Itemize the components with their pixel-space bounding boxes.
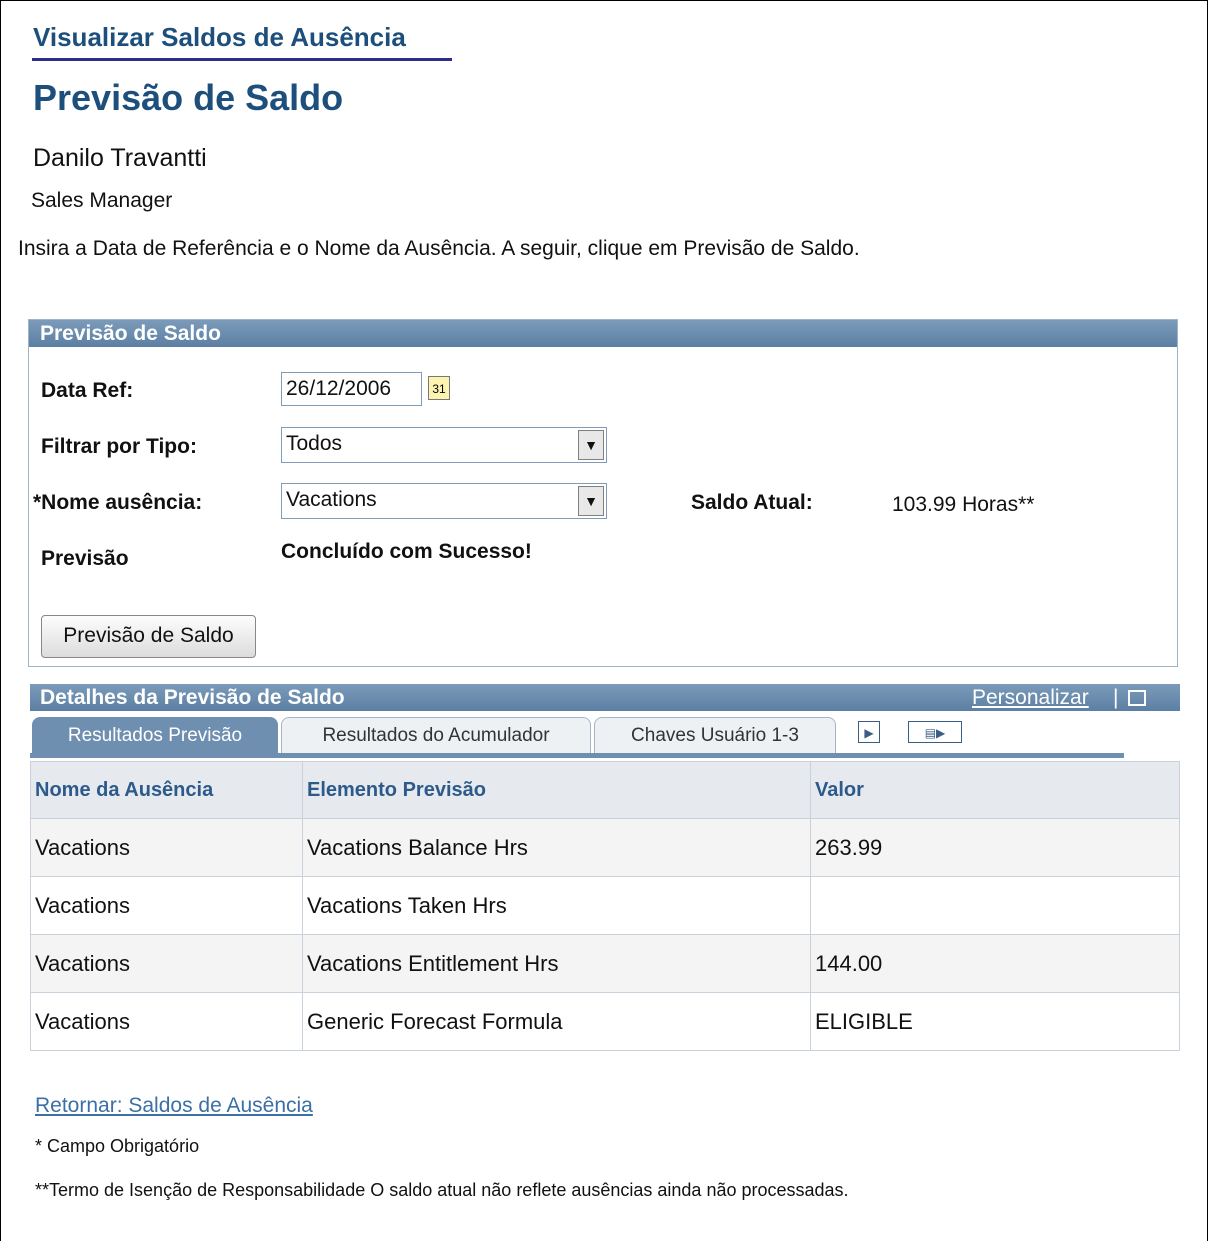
zoom-icon[interactable] [1128,690,1146,706]
table-row: Vacations Vacations Taken Hrs [30,876,1180,935]
next-tab-icon[interactable]: ▶ [858,721,880,743]
cell-forecast-element: Vacations Taken Hrs [302,876,811,935]
absence-select-value: Vacations [286,488,377,511]
table-row: Vacations Generic Forecast Formula ELIGI… [30,992,1180,1051]
tab-resultados-previsao[interactable]: Resultados Previsão [32,717,278,754]
page-title: Visualizar Saldos de Ausência [33,22,406,52]
return-link[interactable]: Retornar: Saldos de Ausência [35,1094,313,1118]
forecast-status: Concluído com Sucesso! [281,540,532,563]
instructions-text: Insira a Data de Referência e o Nome da … [18,237,860,260]
column-header-absence-name[interactable]: Nome da Ausência [30,761,303,819]
date-input[interactable]: 26/12/2006 [281,372,422,406]
grid-header: Detalhes da Previsão de Saldo Personaliz… [30,684,1180,711]
absence-select[interactable]: Vacations ▼ [281,483,607,519]
filter-select[interactable]: Todos ▼ [281,427,607,463]
personalize-link[interactable]: Personalizar [972,684,1089,711]
cell-value: 263.99 [810,818,1180,877]
cell-absence-name: Vacations [30,818,303,877]
table-header-row: Nome da Ausência Elemento Previsão Valor [30,761,1180,819]
disclaimer-note: **Termo de Isenção de Responsabilidade O… [35,1180,849,1200]
cell-absence-name: Vacations [30,992,303,1051]
show-all-columns-icon[interactable]: ▤▶ [908,721,962,743]
title-underline [32,58,452,61]
tab-underline [30,753,1124,758]
cell-absence-name: Vacations [30,876,303,935]
tab-chaves-usuario[interactable]: Chaves Usuário 1-3 [594,717,836,754]
chevron-down-icon[interactable]: ▼ [578,486,604,516]
cell-value: 144.00 [810,934,1180,993]
table-row: Vacations Vacations Balance Hrs 263.99 [30,818,1180,877]
cell-absence-name: Vacations [30,934,303,993]
filter-select-value: Todos [286,432,343,455]
tab-resultados-acumulador[interactable]: Resultados do Acumulador [281,717,591,754]
employee-title: Sales Manager [31,189,173,212]
cell-value [810,876,1180,935]
calendar-icon[interactable]: 31 [428,376,450,400]
column-header-forecast-element[interactable]: Elemento Previsão [302,761,811,819]
balance-label: Saldo Atual: [691,491,813,514]
grid-tabs: Resultados Previsão Resultados do Acumul… [30,711,1180,761]
cell-value: ELIGIBLE [810,992,1180,1051]
table-row: Vacations Vacations Entitlement Hrs 144.… [30,934,1180,993]
balance-value: 103.99 Horas** [892,493,1035,516]
cell-forecast-element: Vacations Balance Hrs [302,818,811,877]
column-header-value[interactable]: Valor [810,761,1180,819]
forecast-label: Previsão [41,547,129,570]
required-field-note: * Campo Obrigatório [35,1136,200,1156]
forecast-details-grid: Detalhes da Previsão de Saldo Personaliz… [30,684,1180,1051]
chevron-down-icon[interactable]: ▼ [578,430,604,460]
grid-title: Detalhes da Previsão de Saldo [40,686,345,709]
absence-label: *Nome ausência: [33,491,203,514]
filter-label: Filtrar por Tipo: [41,435,197,458]
cell-forecast-element: Generic Forecast Formula [302,992,811,1051]
employee-name: Danilo Travantti [33,144,207,172]
date-label: Data Ref: [41,379,134,402]
page-subtitle: Previsão de Saldo [33,77,344,118]
forecast-balance-button[interactable]: Previsão de Saldo [41,615,256,658]
forecast-groupbox-title: Previsão de Saldo [29,320,1177,347]
forecast-table: Nome da Ausência Elemento Previsão Valor… [30,761,1180,1051]
cell-forecast-element: Vacations Entitlement Hrs [302,934,811,993]
header-separator: | [1113,686,1119,709]
